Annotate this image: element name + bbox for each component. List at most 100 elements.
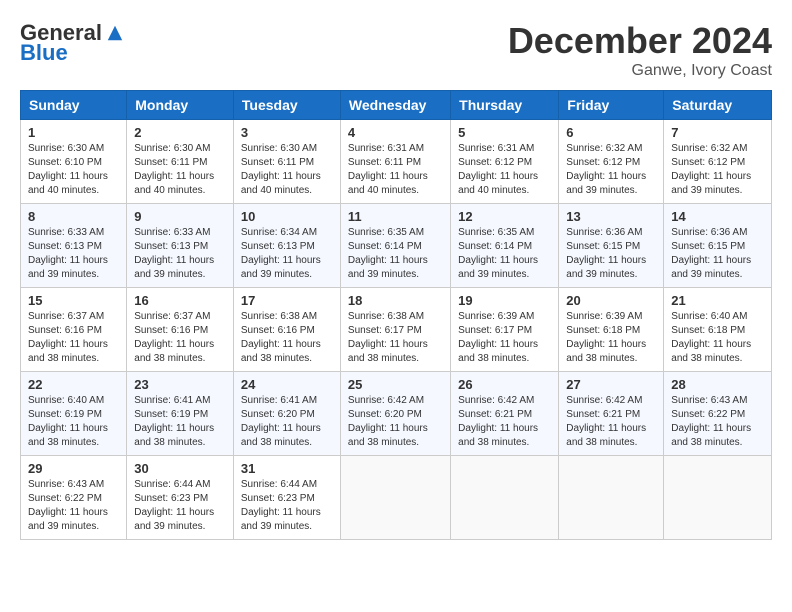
calendar-cell: 5 Sunrise: 6:31 AMSunset: 6:12 PMDayligh… <box>451 120 559 204</box>
calendar-cell: 20 Sunrise: 6:39 AMSunset: 6:18 PMDaylig… <box>559 288 664 372</box>
day-info: Sunrise: 6:40 AMSunset: 6:18 PMDaylight:… <box>671 311 751 364</box>
day-number: 6 <box>566 125 656 140</box>
calendar-cell: 11 Sunrise: 6:35 AMSunset: 6:14 PMDaylig… <box>340 204 450 288</box>
calendar-week-4: 22 Sunrise: 6:40 AMSunset: 6:19 PMDaylig… <box>21 372 772 456</box>
day-number: 14 <box>671 209 764 224</box>
day-info: Sunrise: 6:35 AMSunset: 6:14 PMDaylight:… <box>348 227 428 280</box>
day-info: Sunrise: 6:33 AMSunset: 6:13 PMDaylight:… <box>28 227 108 280</box>
day-info: Sunrise: 6:30 AMSunset: 6:11 PMDaylight:… <box>134 143 214 196</box>
logo-blue: Blue <box>20 40 68 66</box>
day-info: Sunrise: 6:32 AMSunset: 6:12 PMDaylight:… <box>566 143 646 196</box>
day-number: 16 <box>134 293 226 308</box>
day-info: Sunrise: 6:30 AMSunset: 6:11 PMDaylight:… <box>241 143 321 196</box>
day-info: Sunrise: 6:42 AMSunset: 6:21 PMDaylight:… <box>458 395 538 448</box>
calendar-cell <box>559 456 664 540</box>
calendar-cell: 9 Sunrise: 6:33 AMSunset: 6:13 PMDayligh… <box>127 204 234 288</box>
calendar-cell: 23 Sunrise: 6:41 AMSunset: 6:19 PMDaylig… <box>127 372 234 456</box>
calendar-cell: 16 Sunrise: 6:37 AMSunset: 6:16 PMDaylig… <box>127 288 234 372</box>
day-number: 28 <box>671 377 764 392</box>
calendar-cell: 30 Sunrise: 6:44 AMSunset: 6:23 PMDaylig… <box>127 456 234 540</box>
calendar-cell: 17 Sunrise: 6:38 AMSunset: 6:16 PMDaylig… <box>233 288 340 372</box>
day-number: 20 <box>566 293 656 308</box>
location-subtitle: Ganwe, Ivory Coast <box>508 62 772 80</box>
day-number: 19 <box>458 293 551 308</box>
calendar-cell: 2 Sunrise: 6:30 AMSunset: 6:11 PMDayligh… <box>127 120 234 204</box>
day-number: 17 <box>241 293 333 308</box>
month-title: December 2024 <box>508 20 772 62</box>
day-number: 5 <box>458 125 551 140</box>
day-info: Sunrise: 6:38 AMSunset: 6:17 PMDaylight:… <box>348 311 428 364</box>
calendar-week-2: 8 Sunrise: 6:33 AMSunset: 6:13 PMDayligh… <box>21 204 772 288</box>
day-number: 18 <box>348 293 443 308</box>
calendar-cell: 1 Sunrise: 6:30 AMSunset: 6:10 PMDayligh… <box>21 120 127 204</box>
calendar-cell: 26 Sunrise: 6:42 AMSunset: 6:21 PMDaylig… <box>451 372 559 456</box>
day-info: Sunrise: 6:39 AMSunset: 6:18 PMDaylight:… <box>566 311 646 364</box>
day-info: Sunrise: 6:41 AMSunset: 6:19 PMDaylight:… <box>134 395 214 448</box>
day-number: 2 <box>134 125 226 140</box>
day-number: 9 <box>134 209 226 224</box>
calendar-cell: 29 Sunrise: 6:43 AMSunset: 6:22 PMDaylig… <box>21 456 127 540</box>
calendar-week-1: 1 Sunrise: 6:30 AMSunset: 6:10 PMDayligh… <box>21 120 772 204</box>
calendar-cell: 21 Sunrise: 6:40 AMSunset: 6:18 PMDaylig… <box>664 288 772 372</box>
day-number: 12 <box>458 209 551 224</box>
day-number: 15 <box>28 293 119 308</box>
calendar-cell: 25 Sunrise: 6:42 AMSunset: 6:20 PMDaylig… <box>340 372 450 456</box>
calendar-table: SundayMondayTuesdayWednesdayThursdayFrid… <box>20 90 772 540</box>
day-number: 1 <box>28 125 119 140</box>
calendar-cell: 10 Sunrise: 6:34 AMSunset: 6:13 PMDaylig… <box>233 204 340 288</box>
day-number: 22 <box>28 377 119 392</box>
calendar-cell: 15 Sunrise: 6:37 AMSunset: 6:16 PMDaylig… <box>21 288 127 372</box>
day-number: 21 <box>671 293 764 308</box>
calendar-cell <box>451 456 559 540</box>
calendar-cell: 24 Sunrise: 6:41 AMSunset: 6:20 PMDaylig… <box>233 372 340 456</box>
day-info: Sunrise: 6:44 AMSunset: 6:23 PMDaylight:… <box>134 479 214 532</box>
day-info: Sunrise: 6:41 AMSunset: 6:20 PMDaylight:… <box>241 395 321 448</box>
calendar-cell: 14 Sunrise: 6:36 AMSunset: 6:15 PMDaylig… <box>664 204 772 288</box>
day-info: Sunrise: 6:32 AMSunset: 6:12 PMDaylight:… <box>671 143 751 196</box>
day-header-thursday: Thursday <box>451 91 559 120</box>
day-header-sunday: Sunday <box>21 91 127 120</box>
calendar-cell: 8 Sunrise: 6:33 AMSunset: 6:13 PMDayligh… <box>21 204 127 288</box>
calendar-cell <box>664 456 772 540</box>
day-number: 24 <box>241 377 333 392</box>
day-info: Sunrise: 6:39 AMSunset: 6:17 PMDaylight:… <box>458 311 538 364</box>
day-header-wednesday: Wednesday <box>340 91 450 120</box>
day-info: Sunrise: 6:44 AMSunset: 6:23 PMDaylight:… <box>241 479 321 532</box>
calendar-cell: 31 Sunrise: 6:44 AMSunset: 6:23 PMDaylig… <box>233 456 340 540</box>
day-number: 3 <box>241 125 333 140</box>
day-number: 4 <box>348 125 443 140</box>
title-section: December 2024 Ganwe, Ivory Coast <box>508 20 772 80</box>
day-info: Sunrise: 6:34 AMSunset: 6:13 PMDaylight:… <box>241 227 321 280</box>
day-info: Sunrise: 6:42 AMSunset: 6:20 PMDaylight:… <box>348 395 428 448</box>
day-info: Sunrise: 6:43 AMSunset: 6:22 PMDaylight:… <box>28 479 108 532</box>
day-header-monday: Monday <box>127 91 234 120</box>
day-info: Sunrise: 6:42 AMSunset: 6:21 PMDaylight:… <box>566 395 646 448</box>
day-header-friday: Friday <box>559 91 664 120</box>
day-header-tuesday: Tuesday <box>233 91 340 120</box>
day-info: Sunrise: 6:40 AMSunset: 6:19 PMDaylight:… <box>28 395 108 448</box>
day-info: Sunrise: 6:36 AMSunset: 6:15 PMDaylight:… <box>671 227 751 280</box>
day-info: Sunrise: 6:36 AMSunset: 6:15 PMDaylight:… <box>566 227 646 280</box>
calendar-cell: 22 Sunrise: 6:40 AMSunset: 6:19 PMDaylig… <box>21 372 127 456</box>
logo: General Blue <box>20 20 124 66</box>
day-number: 26 <box>458 377 551 392</box>
calendar-week-5: 29 Sunrise: 6:43 AMSunset: 6:22 PMDaylig… <box>21 456 772 540</box>
day-number: 13 <box>566 209 656 224</box>
page-header: General Blue December 2024 Ganwe, Ivory … <box>20 20 772 80</box>
calendar-cell: 6 Sunrise: 6:32 AMSunset: 6:12 PMDayligh… <box>559 120 664 204</box>
day-info: Sunrise: 6:35 AMSunset: 6:14 PMDaylight:… <box>458 227 538 280</box>
day-number: 31 <box>241 461 333 476</box>
calendar-week-3: 15 Sunrise: 6:37 AMSunset: 6:16 PMDaylig… <box>21 288 772 372</box>
day-number: 7 <box>671 125 764 140</box>
calendar-cell <box>340 456 450 540</box>
calendar-cell: 7 Sunrise: 6:32 AMSunset: 6:12 PMDayligh… <box>664 120 772 204</box>
day-header-saturday: Saturday <box>664 91 772 120</box>
day-info: Sunrise: 6:31 AMSunset: 6:12 PMDaylight:… <box>458 143 538 196</box>
day-info: Sunrise: 6:37 AMSunset: 6:16 PMDaylight:… <box>28 311 108 364</box>
day-number: 30 <box>134 461 226 476</box>
calendar-cell: 19 Sunrise: 6:39 AMSunset: 6:17 PMDaylig… <box>451 288 559 372</box>
logo-icon <box>106 24 124 42</box>
calendar-header-row: SundayMondayTuesdayWednesdayThursdayFrid… <box>21 91 772 120</box>
day-number: 10 <box>241 209 333 224</box>
calendar-cell: 18 Sunrise: 6:38 AMSunset: 6:17 PMDaylig… <box>340 288 450 372</box>
